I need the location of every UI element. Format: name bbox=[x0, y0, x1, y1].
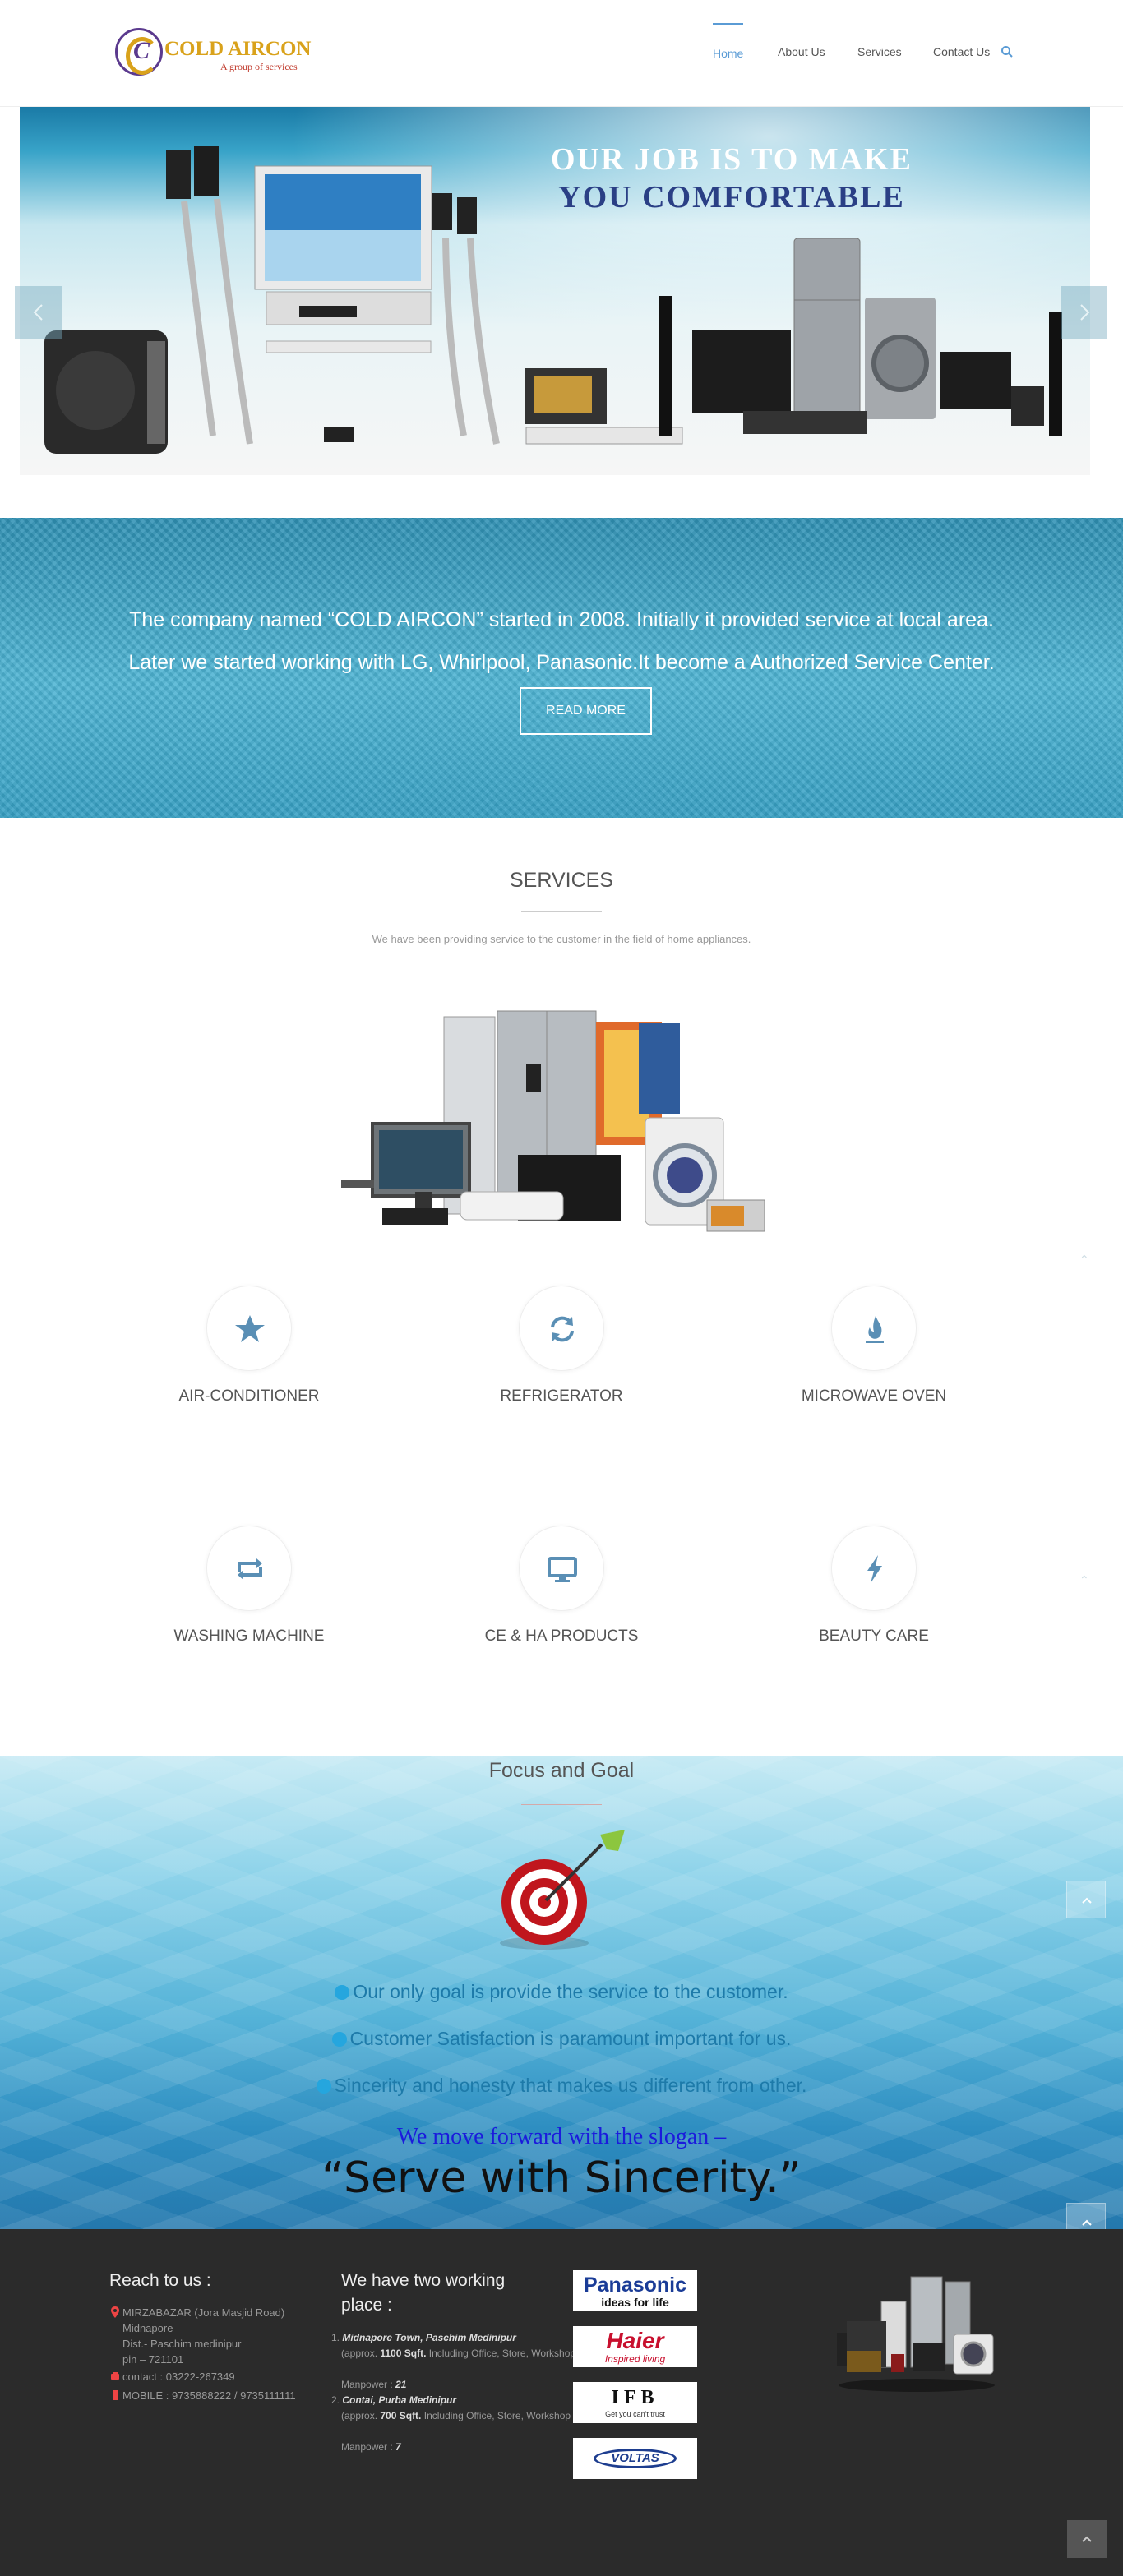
chevron-up-icon[interactable]: ⌃ bbox=[1079, 1573, 1089, 1587]
brand-logo-haier: Haier Inspired living bbox=[573, 2326, 697, 2367]
footer-places-title: We have two working place : bbox=[341, 2271, 506, 2315]
nav-about-us[interactable]: About Us bbox=[778, 23, 825, 81]
logo-tagline: A group of services bbox=[220, 61, 298, 72]
address-line-1: MIRZABAZAR (Jora Masjid Road) bbox=[122, 2306, 285, 2319]
chevron-left-icon bbox=[33, 304, 43, 321]
star-icon bbox=[235, 1315, 265, 1342]
logo-mark-icon: C bbox=[115, 28, 163, 76]
back-to-top-button[interactable] bbox=[1067, 2520, 1107, 2558]
monitor-icon bbox=[548, 1557, 577, 1582]
fire-icon bbox=[866, 1316, 884, 1343]
site-header: C COLD AIRCON A group of services Home A… bbox=[0, 0, 1123, 107]
service-circle-microwave-oven[interactable] bbox=[831, 1286, 917, 1371]
logo-name: COLD AIRCON bbox=[164, 38, 312, 60]
slogan: “Serve with Sincerity.” bbox=[321, 2154, 802, 2203]
chevron-up-icon bbox=[1082, 2536, 1092, 2542]
place-1: 1. Midnapore Town, Paschim Medinipur bbox=[331, 2332, 516, 2343]
map-pin-icon bbox=[111, 2306, 119, 2318]
services-appliances-image bbox=[341, 1010, 765, 1232]
place-1-manpower: Manpower : 21 bbox=[341, 2379, 407, 2390]
service-label-washing-machine[interactable]: WASHING MACHINE bbox=[85, 1627, 414, 1646]
service-circle-washing-machine[interactable] bbox=[206, 1526, 292, 1611]
goal-item-3: Sincerity and honesty that makes us diff… bbox=[0, 2075, 1123, 2097]
slogan-intro: We move forward with the slogan – bbox=[396, 2124, 727, 2149]
address-line-2: Midnapore bbox=[122, 2322, 173, 2334]
place-2-manpower: Manpower : 7 bbox=[341, 2441, 401, 2453]
appliances-illustration bbox=[44, 146, 1062, 454]
nav-contact-us[interactable]: Contact Us bbox=[933, 23, 990, 81]
footer-contact: contact : 03222-267349 bbox=[122, 2371, 235, 2383]
banner-line-1: The company named “COLD AIRCON” started … bbox=[129, 608, 994, 631]
focus-title: Focus and Goal bbox=[488, 1759, 635, 1782]
mobile-icon bbox=[113, 2390, 118, 2400]
focus-divider bbox=[521, 1804, 602, 1805]
chevron-up-icon[interactable]: ⌃ bbox=[1079, 1253, 1089, 1267]
slider-next-button[interactable] bbox=[1061, 286, 1107, 339]
bolt-icon bbox=[867, 1555, 882, 1583]
service-circle-refrigerator[interactable] bbox=[519, 1286, 604, 1371]
service-label-ce-ha-products[interactable]: CE & HA PRODUCTS bbox=[397, 1627, 726, 1646]
bullet-icon bbox=[331, 2032, 347, 2047]
scroll-up-button[interactable] bbox=[1066, 1881, 1106, 1918]
brand-logo-panasonic: Panasonic ideas for life bbox=[573, 2270, 697, 2311]
address-line-3: Dist.- Paschim medinipur bbox=[122, 2338, 242, 2350]
footer-reach-title: Reach to us : bbox=[109, 2271, 211, 2290]
services-title: SERVICES bbox=[510, 869, 613, 892]
bullet-icon bbox=[335, 1985, 350, 2000]
goal-item-2: Customer Satisfaction is paramount impor… bbox=[0, 2028, 1123, 2050]
phone-icon bbox=[111, 2372, 119, 2380]
brand-logo-voltas: VOLTAS bbox=[573, 2438, 697, 2479]
service-label-beauty-care[interactable]: BEAUTY CARE bbox=[709, 1627, 1038, 1646]
slider-prev-button[interactable] bbox=[15, 286, 62, 339]
place-1-area: (approx. 1100 Sqft. Including Office, St… bbox=[341, 2347, 582, 2359]
goal-item-1: Our only goal is provide the service to … bbox=[0, 1981, 1123, 2003]
hero-slider: OUR JOB IS TO MAKE YOU COMFORTABLE bbox=[20, 107, 1090, 475]
place-2-area: (approx. 700 Sqft. Including Office, Sto… bbox=[341, 2410, 577, 2421]
service-label-air-conditioner[interactable]: AIR-CONDITIONER bbox=[85, 1387, 414, 1406]
nav-services[interactable]: Services bbox=[857, 23, 902, 81]
chevron-up-icon bbox=[1082, 1897, 1092, 1904]
nav-home[interactable]: Home bbox=[713, 23, 744, 81]
chevron-right-icon bbox=[1080, 304, 1090, 321]
services-divider bbox=[521, 911, 602, 912]
read-more-button[interactable]: READ MORE bbox=[520, 687, 652, 735]
footer-appliances-image bbox=[837, 2276, 995, 2392]
search-icon[interactable] bbox=[1001, 45, 1014, 58]
refresh-icon bbox=[551, 1316, 574, 1342]
service-label-refrigerator[interactable]: REFRIGERATOR bbox=[397, 1387, 726, 1406]
place-2: 2. Contai, Purba Medinipur bbox=[331, 2394, 457, 2406]
address-line-4: pin – 721101 bbox=[122, 2353, 184, 2366]
service-label-microwave-oven[interactable]: MICROWAVE OVEN bbox=[709, 1387, 1038, 1406]
service-circle-air-conditioner[interactable] bbox=[206, 1286, 292, 1371]
banner-line-2: Later we started working with LG, Whirlp… bbox=[128, 651, 995, 674]
service-circle-beauty-care[interactable] bbox=[831, 1526, 917, 1611]
service-circle-ce-ha-products[interactable] bbox=[519, 1526, 604, 1611]
bullet-icon bbox=[316, 2079, 331, 2094]
logo[interactable]: C COLD AIRCON A group of services bbox=[115, 28, 312, 79]
chevron-up-icon bbox=[1082, 2219, 1092, 2226]
target-dart-icon bbox=[500, 1830, 625, 1950]
retweet-icon bbox=[238, 1558, 262, 1580]
footer-mobile: MOBILE : 9735888222 / 9735111111 bbox=[122, 2389, 296, 2402]
services-subtitle: We have been providing service to the cu… bbox=[372, 933, 751, 945]
brand-logo-ifb: IFB Get you can't trust bbox=[573, 2382, 697, 2423]
